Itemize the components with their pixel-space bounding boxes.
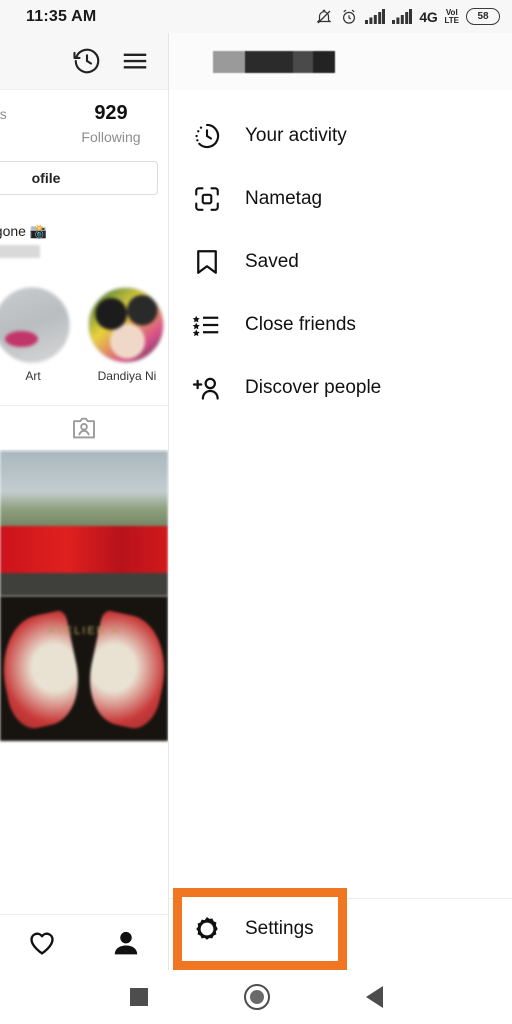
grid-photo[interactable]: ATELIER A [0, 596, 168, 741]
menu-item-settings[interactable]: Settings [173, 888, 347, 970]
status-time: 11:35 AM [26, 7, 97, 25]
volte-icon: VoI LTE [444, 8, 459, 25]
menu-item-nametag[interactable]: Nametag [169, 167, 512, 230]
battery-icon: 58 [466, 8, 500, 25]
story-highlight[interactable]: Art [0, 287, 72, 383]
alarm-clock-icon [343, 9, 356, 24]
nav-activity[interactable] [0, 928, 84, 958]
heart-outline-icon [30, 932, 54, 955]
menu-item-label: Your activity [245, 124, 347, 146]
menu-item-your-activity[interactable]: Your activity [169, 104, 512, 167]
highlight-label: Art [25, 369, 41, 383]
profile-filled-icon [114, 931, 138, 954]
square-recents-icon[interactable] [129, 988, 148, 1006]
nametag-icon [191, 183, 223, 215]
bell-muted-icon [316, 9, 332, 23]
grid-photo-caption: ATELIER A [47, 625, 121, 637]
status-bar: 11:35 AM 4G VoI LTE 58 [0, 0, 512, 33]
bookmark-icon [191, 246, 223, 278]
settings-highlight-wrapper: Settings [173, 888, 347, 970]
menu-item-saved[interactable]: Saved [169, 230, 512, 293]
story-highlight[interactable]: Dandiya Ni [88, 287, 166, 383]
bottom-nav-bar [0, 914, 168, 970]
gear-icon [191, 913, 223, 945]
following-label: Following [81, 129, 141, 145]
activity-history-icon[interactable] [72, 46, 102, 76]
drawer-header [169, 33, 512, 90]
profile-header [0, 33, 168, 90]
stat-following[interactable]: 929 Following [54, 102, 168, 145]
menu-item-label: Saved [245, 250, 299, 272]
edit-profile-button[interactable]: ofile [0, 161, 158, 195]
menu-item-label: Close friends [245, 313, 356, 335]
status-icons: 4G VoI LTE 58 [315, 8, 500, 26]
nav-profile[interactable] [84, 927, 168, 959]
highlight-cover [0, 287, 70, 363]
followers-label: ers [0, 106, 7, 122]
android-nav-bar [0, 970, 512, 1024]
triangle-back-icon[interactable] [365, 986, 383, 1008]
bio-line-1: vise gone 📸 [0, 223, 48, 239]
phone-screen: 11:35 AM 4G VoI LTE 58 s 929 Following o… [0, 0, 512, 1024]
story-highlights: Art Dandiya Ni [0, 287, 168, 383]
menu-item-discover-people[interactable]: Discover people [169, 356, 512, 419]
profile-tab-row [0, 405, 168, 451]
highlight-cover [88, 287, 164, 363]
close-friends-list-icon [191, 309, 223, 341]
hamburger-menu-icon[interactable] [120, 46, 150, 76]
grid-photo[interactable] [0, 451, 168, 596]
following-count: 929 [94, 102, 128, 124]
highlight-label: Dandiya Ni [97, 369, 157, 383]
menu-item-close-friends[interactable]: Close friends [169, 293, 512, 356]
photo-grid: ATELIER A [0, 451, 168, 741]
side-drawer: Your activity Nametag Saved Close friend… [168, 33, 512, 970]
menu-item-label: Nametag [245, 187, 323, 209]
circle-home-icon[interactable] [243, 984, 270, 1010]
settings-label: Settings [245, 918, 314, 939]
add-person-icon [191, 372, 223, 404]
username-redacted [213, 50, 335, 73]
profile-panel: ers 929 Following ofile vise gone 📸 YT. … [0, 33, 168, 1024]
bio-redacted-block [0, 245, 41, 258]
signal-bars-icon [365, 9, 386, 24]
signal-bars-icon [392, 9, 413, 24]
clock-activity-icon [191, 120, 223, 152]
network-type: 4G [419, 8, 438, 25]
profile-bio: vise gone 📸 YT. [0, 221, 168, 261]
menu-item-label: Discover people [245, 376, 382, 398]
drawer-menu: Your activity Nametag Saved Close friend… [169, 90, 512, 419]
stat-followers[interactable]: ers [0, 102, 54, 145]
profile-stats: ers 929 Following [0, 90, 168, 147]
tagged-photos-icon[interactable] [69, 413, 99, 443]
volte-line-2: LTE [444, 15, 459, 25]
